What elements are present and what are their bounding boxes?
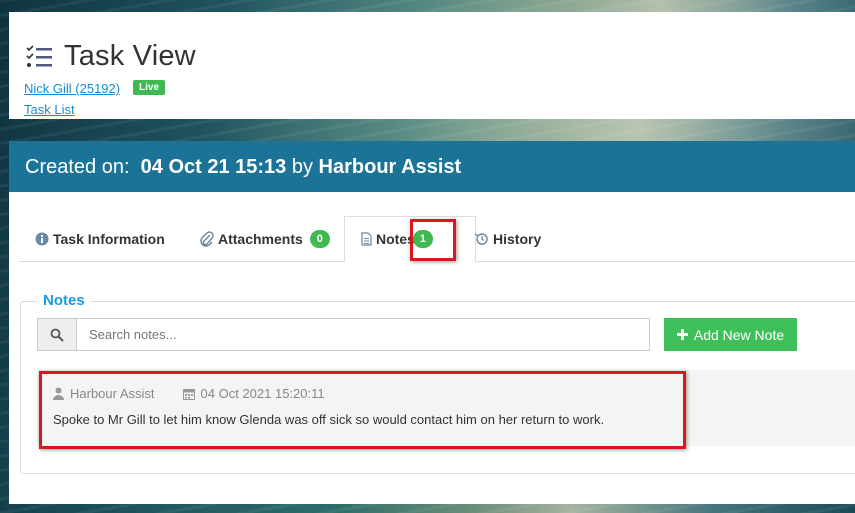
user-link[interactable]: Nick Gill (25192) — [24, 81, 120, 96]
search-icon — [50, 328, 64, 342]
add-button-label: Add New Note — [693, 326, 785, 343]
tab-label: History — [493, 231, 542, 247]
created-prefix: Created on: — [25, 156, 130, 178]
created-bar: Created on: 04 Oct 21 15:13 by Harbour A… — [9, 141, 855, 192]
created-by: by — [291, 156, 313, 178]
created-date: 04 Oct 21 15:13 — [140, 156, 287, 178]
search-icon-button[interactable] — [38, 319, 77, 350]
tab-task-information[interactable]: Task Information — [35, 217, 165, 261]
created-line: Created on: 04 Oct 21 15:13 by Harbour A… — [25, 156, 461, 179]
attachments-count-badge: 0 — [309, 230, 330, 248]
created-author: Harbour Assist — [318, 156, 462, 178]
tab-label: Attachments — [218, 231, 303, 247]
highlight-box-note — [39, 371, 686, 449]
notes-legend: Notes — [37, 292, 91, 309]
info-circle-icon — [35, 232, 49, 246]
highlight-box-notes-badge — [410, 219, 456, 261]
header-panel: Task View Nick Gill (25192) Live Task Li… — [9, 12, 855, 119]
status-badge: Live — [133, 80, 166, 95]
plus-icon — [676, 329, 688, 340]
checklist-icon — [26, 45, 52, 67]
paperclip-icon — [200, 231, 214, 247]
search-input[interactable] — [77, 319, 649, 350]
tab-history[interactable]: History — [474, 217, 541, 261]
tab-label: Task Information — [53, 231, 165, 247]
task-card: Created on: 04 Oct 21 15:13 by Harbour A… — [9, 141, 855, 504]
page-title: Task View — [64, 40, 196, 72]
add-new-note-button[interactable]: Add New Note — [664, 318, 797, 351]
document-icon — [361, 232, 372, 246]
tab-attachments[interactable]: Attachments 0 — [200, 217, 330, 261]
task-list-link[interactable]: Task List — [24, 102, 75, 117]
history-icon — [474, 233, 488, 245]
search-bar — [37, 318, 650, 351]
